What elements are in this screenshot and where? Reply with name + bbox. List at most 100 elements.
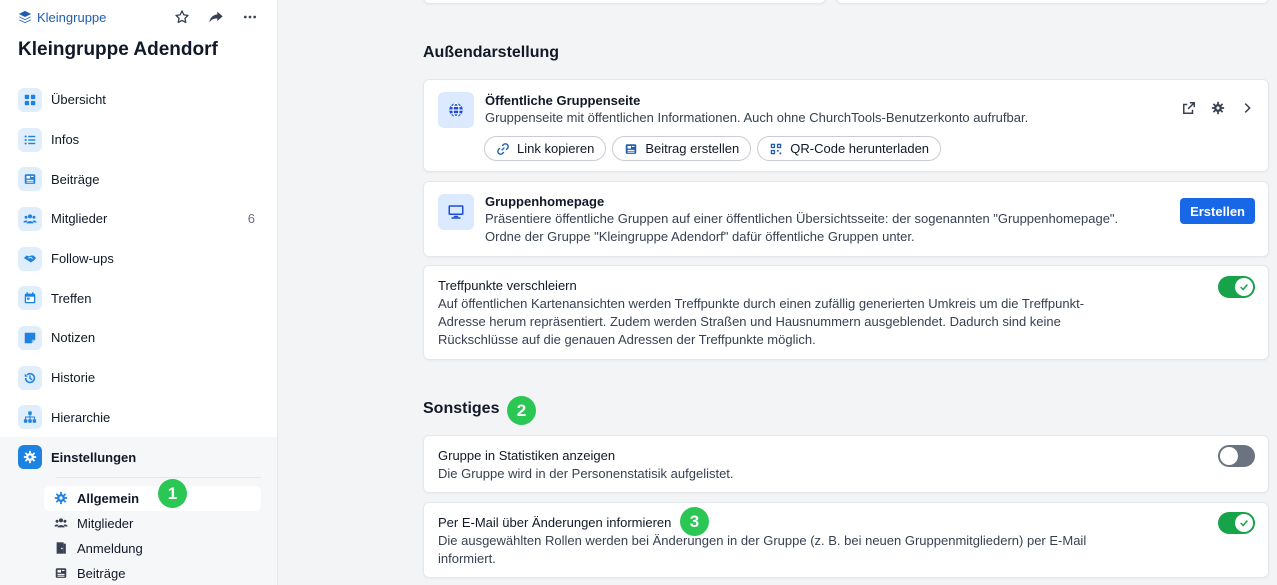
divider (56, 476, 261, 478)
obscure-desc-3: Rückschlüsse auf die genauen Adressen de… (438, 332, 816, 347)
subnav-item-mitglieder[interactable]: Mitglieder (44, 511, 261, 536)
breadcrumb-label: Kleingruppe (37, 9, 107, 25)
qr-download-button[interactable]: QR-Code herunterladen (757, 136, 942, 161)
obscure-desc-1: Auf öffentlichen Kartenansichten werden … (438, 296, 1085, 311)
share-icon[interactable] (207, 8, 225, 26)
statistics-title: Gruppe in Statistiken anzeigen (438, 448, 616, 463)
users-icon (54, 516, 68, 530)
card-statistics: Gruppe in Statistiken anzeigen Die Grupp… (423, 435, 1269, 493)
grid-icon (18, 87, 42, 112)
handshake-icon (18, 246, 42, 271)
list-icon (18, 127, 42, 152)
card-top-left (423, 0, 826, 4)
sidebar-header: Kleingruppe (0, 0, 277, 34)
sidebar-item-beitraege[interactable]: Beiträge (0, 159, 277, 199)
sidebar-item-infos[interactable]: Infos (0, 120, 277, 160)
sidebar-item-label: Follow-ups (51, 251, 114, 267)
breadcrumb[interactable]: Kleingruppe (18, 10, 106, 25)
subnav-label: Mitglieder (77, 515, 134, 531)
sidebar-item-einstellungen[interactable]: Einstellungen (0, 437, 277, 477)
sidebar-item-label: Mitglieder (51, 211, 108, 227)
subnav-item-beitraege[interactable]: Beiträge (44, 561, 261, 585)
annotation-badge-2: 2 (507, 396, 536, 425)
newspaper-icon (626, 143, 637, 154)
email-notify-toggle[interactable] (1218, 512, 1255, 534)
link-icon (497, 142, 509, 155)
subnav-item-allgemein[interactable]: Allgemein (44, 485, 261, 511)
monitor-icon (438, 194, 474, 230)
gear-icon (54, 491, 68, 505)
homepage-desc-1: Präsentiere öffentliche Gruppen auf eine… (485, 211, 1119, 226)
chevron-right-icon[interactable] (1238, 99, 1256, 117)
public-page-title: Öffentliche Gruppenseite (485, 93, 641, 108)
obscure-toggle[interactable] (1218, 276, 1255, 298)
copy-link-button[interactable]: Link kopieren (484, 136, 607, 161)
main-content: Außendarstellung Öffentliche Gruppenseit… (278, 0, 1277, 585)
statistics-toggle[interactable] (1218, 445, 1255, 467)
sidebar: Kleingruppe Kleingruppe Adendorf Übersic… (0, 0, 278, 585)
settings-subnav: Allgemein Mitglieder Anmeldung Beiträge (0, 476, 277, 585)
card-email-notify: Per E-Mail über Änderungen informieren D… (423, 502, 1269, 578)
homepage-title: Gruppenhomepage (485, 194, 605, 209)
door-icon (54, 541, 68, 555)
note-icon (18, 325, 42, 350)
member-count: 6 (247, 211, 255, 227)
subnav-item-anmeldung[interactable]: Anmeldung (44, 536, 261, 561)
email-notify-desc-2: informiert. (438, 551, 496, 566)
section-title-other: Sonstiges (423, 400, 500, 417)
sitemap-icon (18, 405, 42, 430)
email-notify-desc-1: Die ausgewählten Rollen werden bei Änder… (438, 533, 1087, 548)
history-icon (18, 365, 42, 390)
card-group-homepage: Gruppenhomepage Präsentiere öffentliche … (423, 181, 1269, 257)
subnav-label: Beiträge (77, 565, 126, 581)
sidebar-item-notizen[interactable]: Notizen (0, 318, 277, 358)
annotation-badge-1: 1 (158, 479, 187, 508)
external-link-icon[interactable] (1180, 99, 1198, 117)
sidebar-item-label: Treffen (51, 290, 92, 306)
sidebar-item-hierarchie[interactable]: Hierarchie (0, 398, 277, 438)
card-obscure-points: Treffpunkte verschleiern Auf öffentliche… (423, 265, 1269, 360)
sidebar-nav: Übersicht Infos Beiträge Mitglieder 6 Fo… (0, 80, 277, 477)
sidebar-item-label: Infos (51, 132, 80, 148)
sidebar-item-uebersicht[interactable]: Übersicht (0, 80, 277, 120)
create-post-label: Beitrag erstellen (645, 141, 740, 156)
email-notify-title: Per E-Mail über Änderungen informieren (438, 515, 672, 530)
qr-download-label: QR-Code herunterladen (790, 141, 930, 156)
sidebar-item-label: Beiträge (51, 171, 100, 187)
annotation-badge-3: 3 (680, 507, 709, 536)
create-homepage-button[interactable]: Erstellen (1180, 198, 1255, 224)
newspaper-icon (54, 566, 68, 580)
sidebar-item-label: Historie (51, 370, 96, 386)
gear-icon (18, 445, 42, 470)
sidebar-item-followups[interactable]: Follow-ups (0, 239, 277, 279)
qr-code-icon (771, 143, 782, 154)
users-icon (18, 206, 42, 231)
sidebar-item-label: Einstellungen (51, 449, 137, 465)
check-icon (1235, 514, 1253, 532)
star-icon[interactable] (173, 8, 191, 26)
toggle-knob (1220, 447, 1238, 465)
statistics-desc: Die Gruppe wird in der Personenstatisik … (438, 466, 734, 481)
group-title: Kleingruppe Adendorf (18, 39, 218, 60)
subnav-label: Allgemein (77, 490, 140, 506)
calendar-icon (18, 286, 42, 311)
sidebar-item-historie[interactable]: Historie (0, 358, 277, 398)
section-title-external: Außendarstellung (423, 44, 560, 61)
sidebar-item-label: Notizen (51, 330, 96, 346)
newspaper-icon (18, 167, 42, 192)
public-page-desc: Gruppenseite mit öffentlichen Informatio… (485, 110, 1029, 125)
subnav-label: Anmeldung (77, 540, 143, 556)
gear-icon[interactable] (1209, 99, 1227, 117)
sidebar-item-treffen[interactable]: Treffen (0, 278, 277, 318)
check-icon (1235, 278, 1253, 296)
obscure-title: Treffpunkte verschleiern (438, 278, 577, 293)
globe-icon (438, 92, 474, 128)
create-post-button[interactable]: Beitrag erstellen (612, 136, 752, 161)
more-icon[interactable] (241, 8, 259, 26)
sidebar-item-mitglieder[interactable]: Mitglieder 6 (0, 199, 277, 239)
card-top-right (836, 0, 1269, 4)
homepage-desc-2: Ordne der Gruppe "Kleingruppe Adendorf" … (485, 229, 915, 244)
sidebar-item-label: Hierarchie (51, 409, 111, 425)
layers-icon (18, 10, 32, 24)
copy-link-label: Link kopieren (517, 141, 595, 156)
